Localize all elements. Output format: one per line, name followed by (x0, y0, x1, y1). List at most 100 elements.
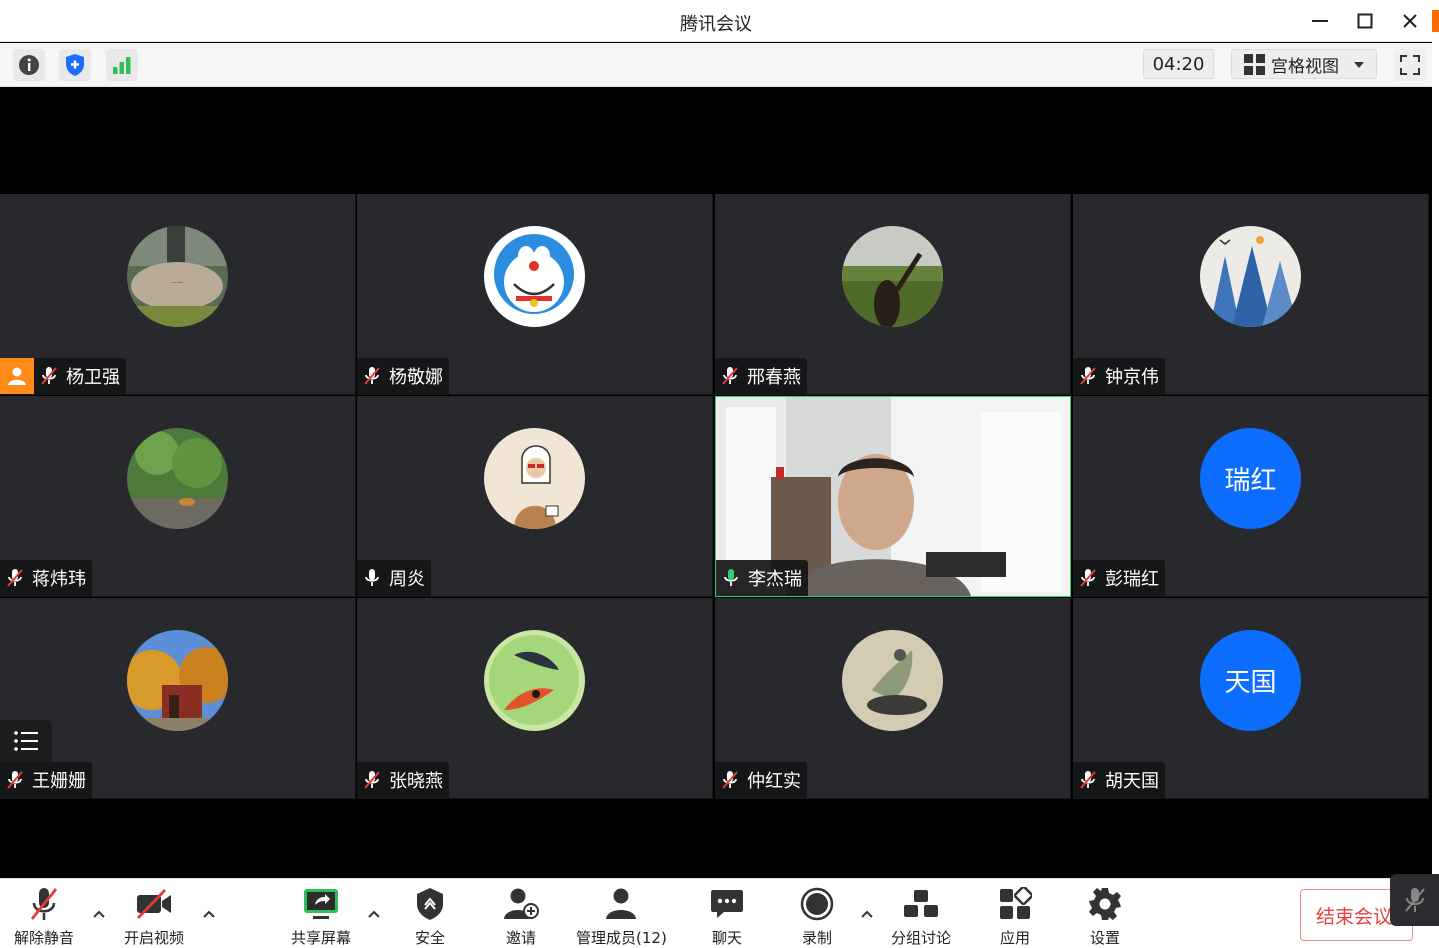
network-status-button[interactable] (106, 49, 138, 81)
chat-label: 聊天 (711, 929, 742, 947)
participant-nametag: 李杰瑞 (716, 560, 808, 596)
host-badge (0, 358, 34, 394)
floating-mic-toggle[interactable] (1390, 874, 1439, 926)
chat-icon (711, 890, 743, 918)
participant-avatar: —— (127, 226, 228, 327)
apps-label: 应用 (999, 929, 1030, 947)
mic-muted-icon (7, 771, 23, 789)
mic-speaking-icon (724, 569, 738, 586)
participant-avatar (1200, 226, 1301, 327)
close-button[interactable] (1395, 6, 1425, 36)
participant-tile[interactable]: 仲红实 (715, 598, 1071, 799)
settings-label: 设置 (1089, 929, 1120, 947)
participant-tile[interactable]: 周炎 (357, 396, 713, 597)
participant-name: 杨敬娜 (389, 367, 443, 388)
mic-muted-icon (1404, 888, 1425, 912)
participant-name: 王姗姗 (32, 771, 86, 792)
chevron-up-icon[interactable] (367, 907, 381, 921)
title-bar: 腾讯会议 (0, 0, 1432, 42)
participant-avatar (842, 226, 943, 327)
bottom-toolbar: 解除静音 开启视频 共享屏幕 安全 邀请 管理成员(12) 聊天 录制 分组讨论… (0, 878, 1432, 948)
unmute-button[interactable]: 解除静音 (14, 885, 74, 948)
breakout-rooms-label: 分组讨论 (891, 929, 952, 947)
close-icon (1403, 14, 1417, 28)
start-video-button[interactable]: 开启视频 (124, 885, 184, 948)
participant-nametag: 周炎 (357, 560, 431, 596)
minimize-icon (1312, 20, 1328, 22)
security-status-button[interactable] (59, 49, 91, 81)
side-strip (1432, 0, 1439, 948)
apps-button[interactable]: 应用 (998, 885, 1032, 948)
participant-nametag: 杨敬娜 (357, 358, 449, 394)
mic-muted-icon (722, 367, 738, 385)
chevron-up-icon[interactable] (202, 907, 216, 921)
signal-bars-icon (113, 57, 131, 74)
participant-nametag: 王姗姗 (0, 762, 92, 798)
video-grid: —— 杨卫强 杨敬娜 邢春燕 钟京伟 蒋炜玮 周炎 李杰瑞 瑞红 彭瑞红 王姗姗… (0, 194, 1432, 799)
chevron-up-icon[interactable] (860, 907, 874, 921)
participant-nametag: 杨卫强 (34, 358, 126, 394)
start-video-label: 开启视频 (124, 929, 185, 947)
maximize-button[interactable] (1350, 6, 1380, 36)
participant-name: 蒋炜玮 (32, 569, 86, 590)
participant-tile[interactable]: 王姗姗 (0, 598, 356, 799)
participant-tile[interactable]: 杨敬娜 (357, 194, 713, 395)
participant-avatar (127, 630, 228, 731)
invite-button[interactable]: 邀请 (503, 885, 539, 948)
mic-muted-icon (41, 367, 57, 385)
svg-text:——: —— (171, 279, 183, 286)
camera-off-icon (136, 889, 171, 919)
record-button[interactable]: 录制 (800, 885, 834, 948)
participant-tile[interactable]: 张晓燕 (357, 598, 713, 799)
participant-tile[interactable]: 蒋炜玮 (0, 396, 356, 597)
participant-name: 邢春燕 (747, 367, 801, 388)
mic-muted-icon (722, 771, 738, 789)
participant-name: 张晓燕 (389, 771, 443, 792)
meeting-info-button[interactable] (13, 49, 45, 81)
participant-tile-video[interactable]: 李杰瑞 (715, 396, 1071, 597)
breakout-rooms-button[interactable]: 分组讨论 (891, 885, 951, 948)
participant-name: 周炎 (389, 569, 425, 590)
record-label: 录制 (801, 929, 832, 947)
participant-list-toggle[interactable] (0, 720, 52, 762)
info-bar: 04:20 宫格视图 (0, 43, 1432, 87)
participant-name: 李杰瑞 (748, 569, 802, 590)
participant-avatar-initials: 天国 (1200, 630, 1301, 731)
info-icon (19, 55, 39, 75)
fullscreen-icon (1400, 55, 1420, 75)
participant-tile[interactable]: 瑞红 彭瑞红 (1073, 396, 1429, 597)
share-screen-label: 共享屏幕 (291, 929, 352, 947)
settings-button[interactable]: 设置 (1088, 885, 1122, 948)
meeting-window: 腾讯会议 04:20 宫格视图 —— 杨卫强 杨敬娜 邢春燕 钟京伟 蒋炜玮 周… (0, 0, 1439, 948)
view-mode-dropdown[interactable]: 宫格视图 (1231, 49, 1377, 79)
mic-muted-icon (30, 888, 58, 920)
participant-tile[interactable]: 钟京伟 (1073, 194, 1429, 395)
participant-name: 胡天国 (1105, 771, 1159, 792)
list-icon (14, 731, 38, 751)
manage-members-button[interactable]: 管理成员(12) (576, 885, 667, 948)
participant-nametag: 胡天国 (1073, 762, 1165, 798)
participant-tile[interactable]: 天国 胡天国 (1073, 598, 1429, 799)
mic-muted-icon (7, 569, 23, 587)
add-user-icon (504, 888, 539, 919)
participant-nametag: 张晓燕 (357, 762, 449, 798)
chat-button[interactable]: 聊天 (710, 885, 744, 948)
mic-icon (365, 569, 379, 586)
participant-avatar (842, 630, 943, 731)
end-meeting-label: 结束会议 (1316, 905, 1393, 928)
manage-members-label: 管理成员(12) (576, 929, 667, 947)
participant-nametag: 彭瑞红 (1073, 560, 1165, 596)
mic-muted-icon (364, 771, 380, 789)
view-mode-label: 宫格视图 (1271, 56, 1339, 77)
participant-tile[interactable]: —— 杨卫强 (0, 194, 356, 395)
share-screen-button[interactable]: 共享屏幕 (291, 885, 351, 948)
record-icon (800, 887, 834, 921)
participant-name: 杨卫强 (66, 367, 120, 388)
participant-name: 彭瑞红 (1105, 569, 1159, 590)
participant-tile[interactable]: 邢春燕 (715, 194, 1071, 395)
security-button[interactable]: 安全 (415, 885, 445, 948)
chevron-up-icon[interactable] (92, 907, 106, 921)
participant-nametag: 钟京伟 (1073, 358, 1165, 394)
fullscreen-button[interactable] (1394, 49, 1426, 81)
minimize-button[interactable] (1305, 6, 1335, 36)
